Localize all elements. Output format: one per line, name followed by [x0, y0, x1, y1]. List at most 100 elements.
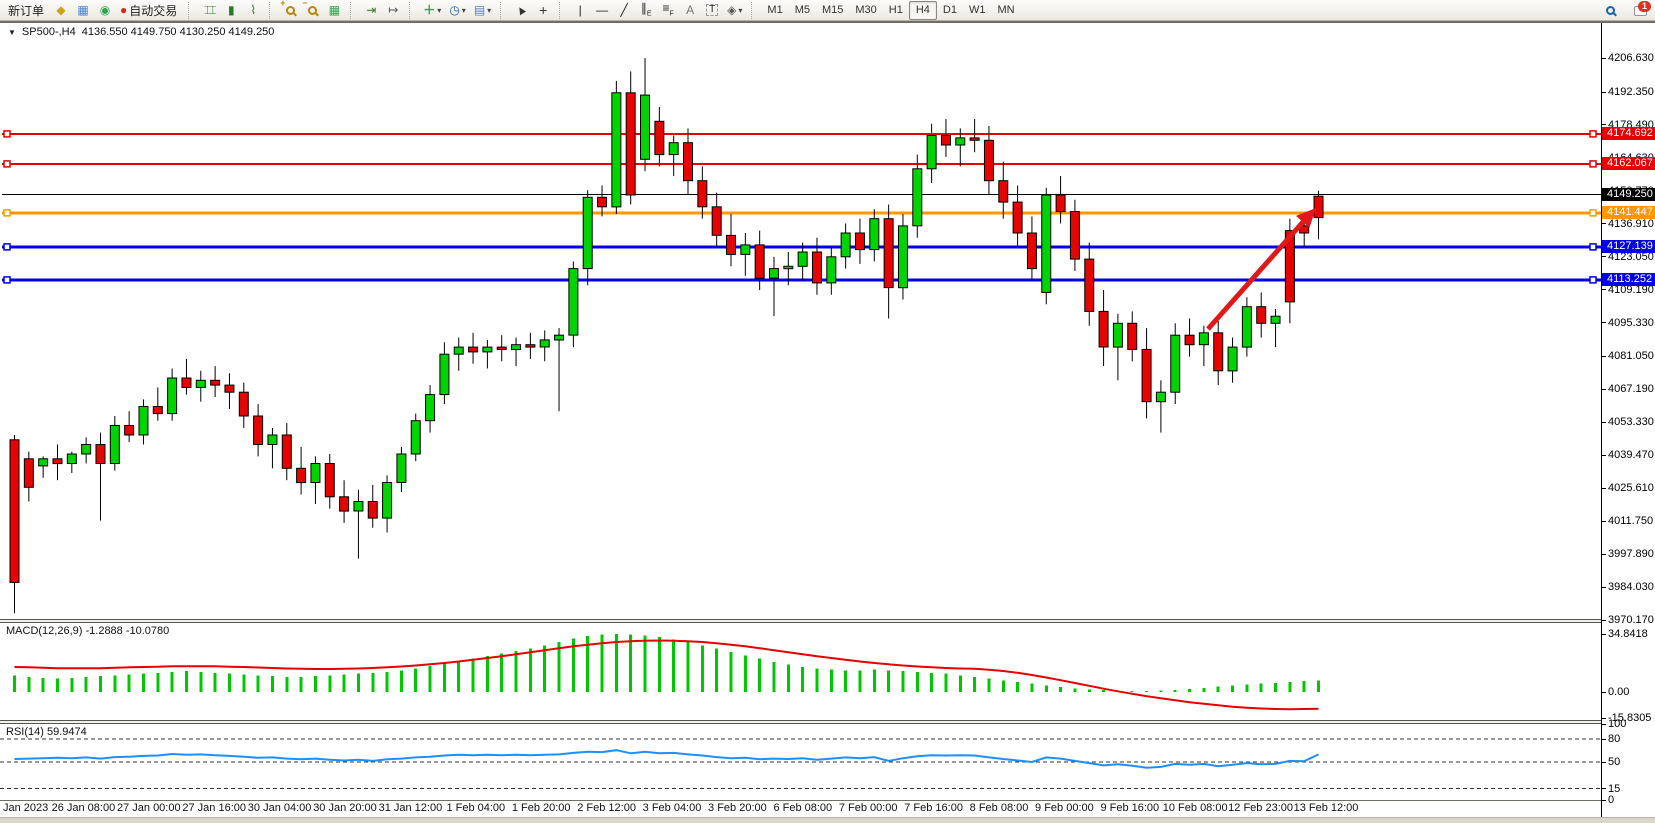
- toolbar-separator: [751, 2, 758, 19]
- trendline-icon: ╱: [621, 4, 628, 16]
- arrows-icon: ◈: [727, 4, 736, 16]
- time-axis-label: 27 Jan 00:00: [117, 802, 181, 814]
- chart-ohlc-values: 4136.550 4149.750 4130.250 4149.250: [82, 26, 275, 38]
- price-line-label: 4141.447: [1602, 206, 1655, 219]
- time-axis-label: 9 Feb 00:00: [1035, 802, 1094, 814]
- search-button[interactable]: [1599, 1, 1621, 20]
- axis-tick-label: 4081.050: [1602, 350, 1654, 362]
- price-line-label: 4149.250: [1602, 188, 1655, 201]
- time-axis-label: 31 Jan 12:00: [379, 802, 443, 814]
- line-chart-button[interactable]: ⌇: [242, 1, 264, 20]
- candlestick-chart-button[interactable]: ▮: [220, 1, 242, 20]
- trendline-button[interactable]: ╱: [613, 1, 635, 20]
- axis-tick-label: 4206.630: [1602, 52, 1654, 64]
- axis-tick-label: 3984.030: [1602, 581, 1654, 593]
- bar-chart-button[interactable]: ⌶⌶: [198, 1, 220, 20]
- time-axis-label: 12 Feb 23:00: [1228, 802, 1293, 814]
- toolbar-separator: [350, 2, 357, 19]
- rsi-canvas: [0, 724, 1601, 800]
- axis-tick-label: 15: [1602, 783, 1620, 795]
- cursor-button[interactable]: ▲: [510, 1, 532, 20]
- periods-button[interactable]: ◷▾: [445, 1, 470, 20]
- price-axis[interactable]: 4206.6304192.3504178.4904164.6304150.770…: [1601, 23, 1655, 817]
- charts-window-icon: ▦: [77, 4, 88, 16]
- time-axis-label: 7 Feb 16:00: [904, 802, 963, 814]
- main-chart-pane[interactable]: ▼ SP500-,H4 4136.550 4149.750 4130.250 4…: [0, 23, 1601, 619]
- timeframe-button-m5[interactable]: M5: [789, 1, 816, 20]
- fibonacci-icon: ≡F: [663, 2, 674, 17]
- auto-scroll-icon: ⇥: [366, 4, 376, 16]
- auto-trading-icon: ●: [120, 4, 127, 16]
- chart-shift-button[interactable]: ↦: [382, 1, 404, 20]
- notification-badge: 1: [1638, 1, 1651, 12]
- axis-tick-label: 0.00: [1602, 686, 1629, 698]
- auto-trading-button[interactable]: ● 自动交易: [116, 1, 183, 20]
- timeframe-button-m1[interactable]: M1: [761, 1, 788, 20]
- time-axis-label: 10 Feb 08:00: [1163, 802, 1228, 814]
- chevron-down-icon: ▾: [487, 6, 491, 15]
- signals-button[interactable]: ◉: [94, 1, 116, 20]
- axis-tick-label: 100: [1602, 718, 1626, 730]
- add-indicator-button[interactable]: ＋▾: [419, 1, 445, 20]
- time-axis-label: 27 Jan 16:00: [182, 802, 246, 814]
- tile-windows-button[interactable]: ▦: [323, 1, 345, 20]
- axis-tick-label: 0: [1602, 794, 1614, 806]
- timeframe-button-m15[interactable]: M15: [816, 1, 849, 20]
- time-axis-label: 30 Jan 20:00: [313, 802, 377, 814]
- time-axis-label: 30 Jan 04:00: [248, 802, 312, 814]
- zoom-out-icon: [308, 6, 317, 15]
- vertical-line-icon: |: [579, 4, 582, 16]
- horizontal-line-button[interactable]: —: [591, 1, 613, 20]
- text-button[interactable]: A: [679, 1, 701, 20]
- chevron-down-icon: ▾: [437, 6, 441, 15]
- timeframe-button-w1[interactable]: W1: [963, 1, 992, 20]
- equidistant-channel-icon: ∥E: [641, 2, 652, 17]
- time-axis-label: 8 Feb 08:00: [970, 802, 1029, 814]
- chevron-down-icon[interactable]: ▼: [8, 28, 16, 37]
- auto-scroll-button[interactable]: ⇥: [360, 1, 382, 20]
- timeframe-button-h4[interactable]: H4: [909, 1, 937, 20]
- rsi-pane[interactable]: RSI(14) 59.9474: [0, 724, 1601, 800]
- time-axis-label: 6 Feb 08:00: [773, 802, 832, 814]
- timeframe-button-d1[interactable]: D1: [937, 1, 963, 20]
- time-axis[interactable]: 25 Jan 202326 Jan 08:0027 Jan 00:0027 Ja…: [0, 800, 1601, 816]
- new-order-button[interactable]: 新订单: [2, 1, 50, 20]
- time-axis-label: 26 Jan 08:00: [52, 802, 116, 814]
- templates-button[interactable]: ▤▾: [470, 1, 495, 20]
- zoom-in-icon: [286, 6, 295, 15]
- axis-tick-label: 3970.170: [1602, 614, 1654, 626]
- time-axis-label: 1 Feb 04:00: [446, 802, 505, 814]
- chart-symbol-period: SP500-,H4: [22, 26, 76, 38]
- channel-button[interactable]: ∥E: [635, 1, 657, 20]
- zoom-out-button[interactable]: −: [301, 1, 323, 20]
- order-icon-button[interactable]: ◆: [50, 1, 72, 20]
- toolbar-separator: [188, 2, 195, 19]
- timeframe-button-m30[interactable]: M30: [849, 1, 882, 20]
- axis-tick-label: 50: [1602, 756, 1620, 768]
- time-axis-label: 3 Feb 04:00: [643, 802, 702, 814]
- axis-tick-label: 80: [1602, 733, 1620, 745]
- macd-pane[interactable]: MACD(12,26,9) -1.2888 -10.0780: [0, 623, 1601, 720]
- tile-windows-icon: ▦: [329, 4, 340, 16]
- bottom-scroll-strip[interactable]: [0, 817, 1655, 823]
- text-label-button[interactable]: T: [701, 1, 723, 20]
- chevron-down-icon: ▾: [462, 6, 466, 15]
- vertical-line-button[interactable]: |: [569, 1, 591, 20]
- timeframe-toolbar: M1M5M15M30H1H4D1W1MN: [761, 1, 1020, 20]
- timeframe-button-h1[interactable]: H1: [883, 1, 909, 20]
- search-icon: [1606, 6, 1615, 15]
- timeframe-button-mn[interactable]: MN: [991, 1, 1020, 20]
- axis-tick-label: 34.8418: [1602, 628, 1648, 640]
- toolbar-separator: [409, 2, 416, 19]
- axis-tick-label: 3997.890: [1602, 548, 1654, 560]
- macd-label: MACD(12,26,9) -1.2888 -10.0780: [6, 625, 169, 637]
- time-axis-label: 7 Feb 00:00: [839, 802, 898, 814]
- crosshair-icon: +: [539, 3, 547, 17]
- chat-button[interactable]: 1: [1629, 1, 1651, 20]
- fibonacci-button[interactable]: ≡F: [657, 1, 679, 20]
- arrows-button[interactable]: ◈▾: [723, 1, 746, 20]
- zoom-in-button[interactable]: +: [279, 1, 301, 20]
- charts-window-button[interactable]: ▦: [72, 1, 94, 20]
- crosshair-button[interactable]: +: [532, 1, 554, 20]
- time-axis-label: 1 Feb 20:00: [512, 802, 571, 814]
